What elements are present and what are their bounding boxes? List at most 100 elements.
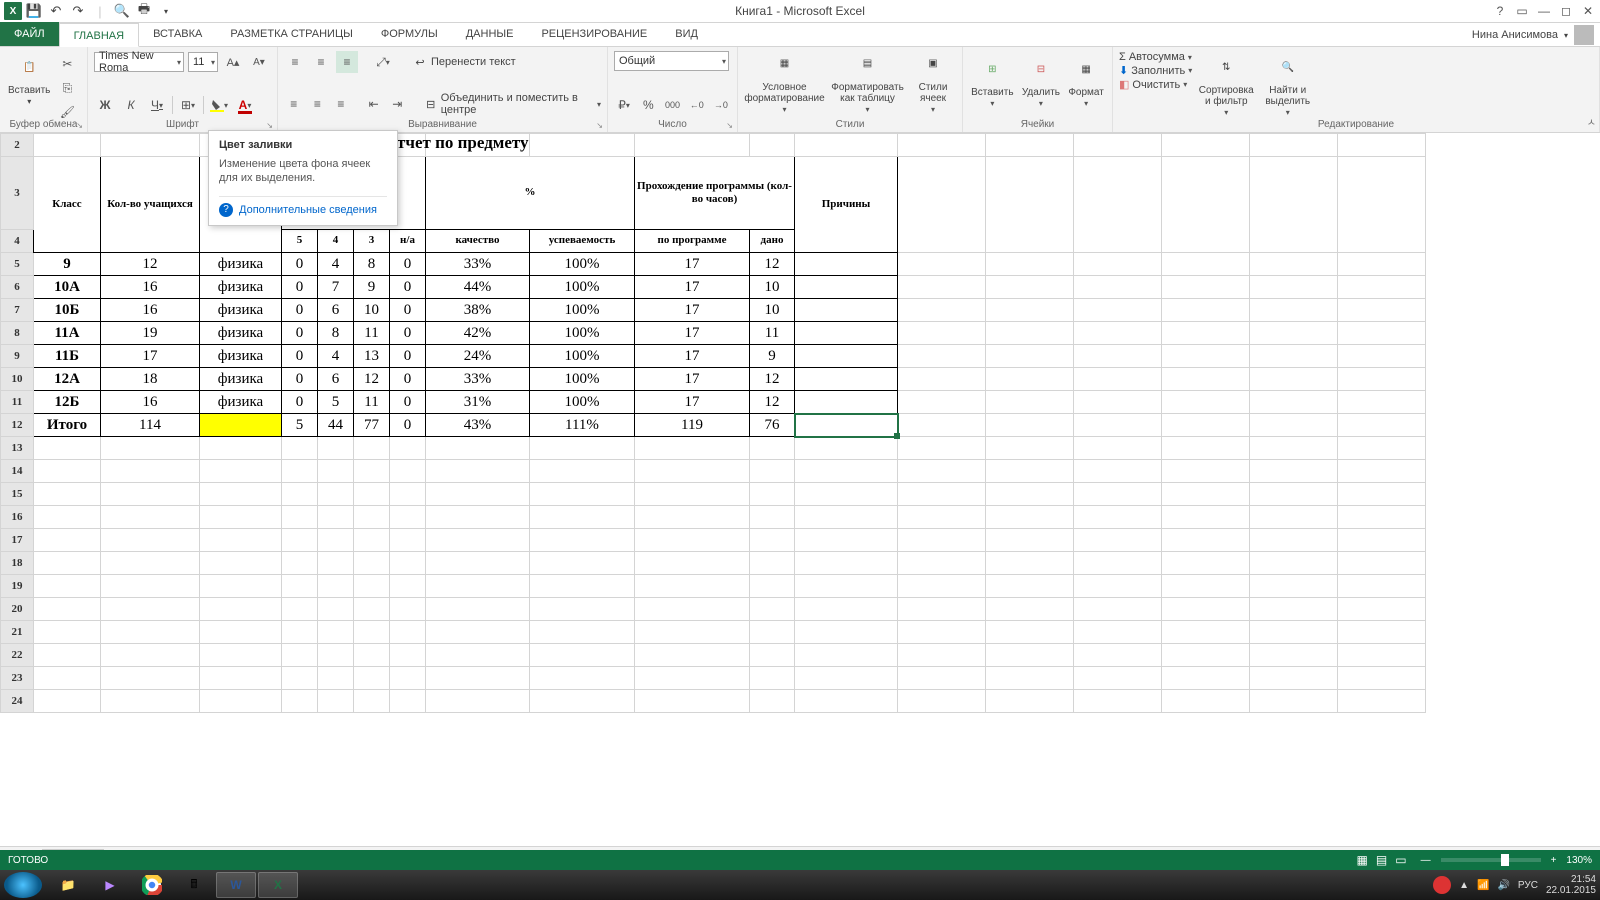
align-left-icon[interactable]: ≡ — [284, 93, 304, 115]
autosum-button[interactable]: ΣАвтосумма — [1119, 51, 1192, 63]
insert-cells-button[interactable]: ⊞Вставить — [969, 53, 1015, 109]
group-number-label: Число↘ — [608, 119, 737, 130]
percent-icon[interactable]: % — [638, 94, 658, 116]
zoom-thumb[interactable] — [1501, 854, 1509, 866]
user-dropdown-icon[interactable]: ▾ — [1564, 31, 1568, 40]
save-icon[interactable]: 💾 — [24, 1, 44, 21]
comma-icon[interactable]: 000 — [662, 94, 682, 116]
font-family-combo[interactable]: Times New Roma — [94, 52, 184, 72]
clipboard-launcher-icon[interactable]: ↘ — [76, 121, 83, 130]
maximize-icon[interactable]: ◻ — [1556, 2, 1576, 20]
close-icon[interactable]: ✕ — [1578, 2, 1598, 20]
view-mode-buttons[interactable]: ▦▤▭ — [1353, 853, 1411, 867]
italic-button[interactable]: К — [120, 94, 142, 116]
number-launcher-icon[interactable]: ↘ — [726, 121, 733, 130]
help-icon[interactable]: ? — [1490, 2, 1510, 20]
chrome-icon[interactable] — [132, 872, 172, 898]
align-right-icon[interactable]: ≡ — [331, 93, 351, 115]
fill-color-button[interactable] — [208, 94, 230, 116]
align-middle-icon[interactable]: ≡ — [310, 51, 332, 73]
font-color-button[interactable]: А — [234, 94, 256, 116]
tab-data[interactable]: ДАННЫЕ — [452, 22, 528, 46]
visualstudio-icon[interactable]: ▶ — [90, 872, 130, 898]
align-center-icon[interactable]: ≡ — [308, 93, 328, 115]
excel-taskbar-icon[interactable]: X — [258, 872, 298, 898]
tooltip-link-label: Дополнительные сведения — [239, 204, 377, 216]
format-cells-button[interactable]: ▦Формат — [1066, 53, 1106, 109]
decrease-indent-icon[interactable]: ⇤ — [364, 93, 384, 115]
tab-review[interactable]: РЕЦЕНЗИРОВАНИЕ — [527, 22, 661, 46]
tab-home[interactable]: ГЛАВНАЯ — [59, 23, 139, 47]
paste-button[interactable]: 📋 Вставить ▾ — [6, 51, 52, 107]
align-top-icon[interactable]: ≡ — [284, 51, 306, 73]
tray-expand-icon[interactable]: ▲ — [1459, 880, 1469, 891]
windows-taskbar: 📁 ▶ 🖩 W X ▲ 📶 🔊 РУС 21:54 22.01.2015 — [0, 870, 1600, 900]
number-format-combo[interactable]: Общий — [614, 51, 729, 71]
quick-access-toolbar: X 💾 ↶ ↷ | 🔍 🖶 ▾ — [0, 0, 176, 22]
network-icon[interactable]: 📶 — [1477, 880, 1489, 891]
print-preview-icon[interactable]: 🔍 — [112, 1, 132, 21]
borders-button[interactable]: ⊞ — [177, 94, 199, 116]
cell-styles-button[interactable]: ▣Стили ячеек — [911, 48, 956, 115]
sort-filter-button[interactable]: ⇅Сортировка и фильтр — [1196, 51, 1256, 118]
calculator-icon[interactable]: 🖩 — [174, 872, 214, 898]
tab-insert[interactable]: ВСТАВКА — [139, 22, 216, 46]
align-bottom-icon[interactable]: ≡ — [336, 51, 358, 73]
explorer-icon[interactable]: 📁 — [48, 872, 88, 898]
minimize-icon[interactable]: — — [1534, 2, 1554, 20]
align-launcher-icon[interactable]: ↘ — [596, 121, 603, 130]
delete-cells-button[interactable]: ⊟Удалить — [1020, 53, 1062, 109]
clock[interactable]: 21:54 22.01.2015 — [1546, 874, 1596, 896]
tray-app-icon[interactable] — [1433, 876, 1451, 894]
page-layout-icon[interactable]: ▤ — [1372, 853, 1391, 867]
excel-icon[interactable]: X — [4, 2, 22, 20]
decrease-font-icon[interactable]: A▾ — [248, 51, 270, 73]
copy-icon[interactable]: ⎘ — [56, 77, 78, 99]
increase-font-icon[interactable]: A▴ — [222, 51, 244, 73]
bold-button[interactable]: Ж — [94, 94, 116, 116]
group-editing: ΣАвтосумма ⬇Заполнить ◧Очистить ⇅Сортиро… — [1113, 47, 1600, 132]
increase-decimal-icon[interactable]: ←0 — [687, 94, 707, 116]
language-indicator[interactable]: РУС — [1518, 880, 1538, 891]
spreadsheet-area[interactable]: тчет по предмету 23КлассКол-во учащихсяП… — [0, 133, 1600, 840]
zoom-slider[interactable] — [1441, 858, 1541, 862]
find-select-button[interactable]: 🔍Найти и выделить — [1260, 51, 1315, 118]
zoom-in-icon[interactable]: + — [1551, 855, 1557, 866]
collapse-ribbon-icon[interactable]: ㅅ — [1587, 114, 1596, 129]
conditional-formatting-button[interactable]: ▦Условное форматирование — [745, 48, 825, 115]
start-button[interactable] — [4, 872, 42, 898]
user-area[interactable]: Нина Анисимова ▾ — [1472, 23, 1594, 47]
merge-center-button[interactable]: ⊟Объединить и поместить в центре — [424, 92, 601, 116]
normal-view-icon[interactable]: ▦ — [1353, 853, 1372, 867]
zoom-out-icon[interactable]: — — [1421, 855, 1431, 866]
volume-icon[interactable]: 🔊 — [1497, 880, 1509, 891]
tab-view[interactable]: ВИД — [661, 22, 712, 46]
tab-page-layout[interactable]: РАЗМЕТКА СТРАНИЦЫ — [216, 22, 366, 46]
cut-icon[interactable]: ✂ — [56, 53, 78, 75]
qat-customize-icon[interactable]: ▾ — [156, 1, 176, 21]
ribbon-options-icon[interactable]: ▭ — [1512, 2, 1532, 20]
tab-file[interactable]: ФАЙЛ — [0, 22, 59, 46]
tab-formulas[interactable]: ФОРМУЛЫ — [367, 22, 452, 46]
page-break-icon[interactable]: ▭ — [1391, 853, 1410, 867]
decrease-decimal-icon[interactable]: →0 — [711, 94, 731, 116]
underline-button[interactable]: Ч — [146, 94, 168, 116]
word-icon[interactable]: W — [216, 872, 256, 898]
font-size-combo[interactable]: 11 — [188, 52, 218, 72]
zoom-level[interactable]: 130% — [1566, 855, 1592, 866]
tooltip-body: Изменение цвета фона ячеек для их выделе… — [219, 157, 387, 186]
increase-indent-icon[interactable]: ⇥ — [387, 93, 407, 115]
tooltip-more-link[interactable]: ? Дополнительные сведения — [219, 196, 387, 217]
orientation-icon[interactable]: ⤢ — [372, 51, 394, 73]
format-as-table-button[interactable]: ▤Форматировать как таблицу — [830, 48, 906, 115]
undo-icon[interactable]: ↶ — [46, 1, 66, 21]
clear-button[interactable]: ◧Очистить — [1119, 78, 1192, 91]
wrap-text-button[interactable]: ↩Перенести текст — [412, 54, 516, 70]
font-launcher-icon[interactable]: ↘ — [266, 121, 273, 130]
avatar[interactable] — [1574, 25, 1594, 45]
status-ready: ГОТОВО — [8, 855, 48, 866]
currency-icon[interactable]: ₽ — [614, 94, 634, 116]
fill-button[interactable]: ⬇Заполнить — [1119, 64, 1192, 77]
quick-print-icon[interactable]: 🖶 — [134, 1, 154, 21]
redo-icon[interactable]: ↷ — [68, 1, 88, 21]
